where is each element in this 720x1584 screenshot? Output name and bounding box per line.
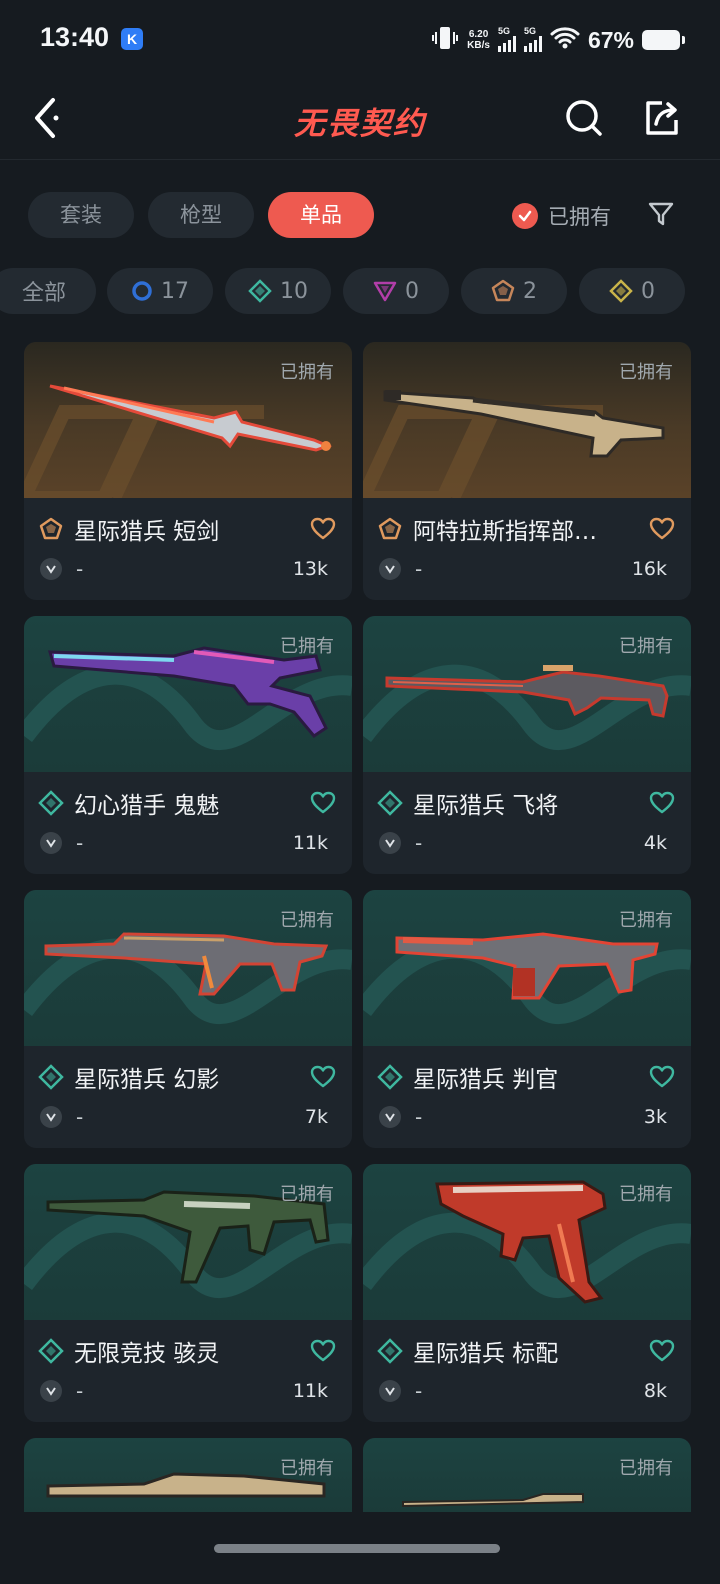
currency-icon (379, 1380, 401, 1402)
owned-tag: 已拥有 (619, 1458, 673, 1479)
skin-price: - (76, 1379, 84, 1403)
heart-icon (310, 1339, 336, 1362)
skin-name: 无限竞技 骇灵 (74, 1341, 220, 1367)
owned-tag: 已拥有 (280, 1458, 334, 1479)
owned-tag: 已拥有 (619, 910, 673, 931)
skin-name: 星际猎兵 短剑 (74, 519, 220, 545)
skin-name: 幻心猎手 鬼魅 (74, 793, 220, 819)
favorite-button[interactable] (308, 1336, 338, 1366)
skin-price: - (415, 1105, 423, 1129)
skin-card[interactable]: 已拥有 阿特拉斯指挥部… - 16k (363, 342, 691, 600)
skin-card[interactable]: 已拥有 无限竞技 骇灵 - 11k (24, 1164, 352, 1422)
currency-icon (379, 832, 401, 854)
pentagon-tier-icon (38, 516, 64, 542)
owned-tag: 已拥有 (619, 1184, 673, 1205)
owned-tag: 已拥有 (280, 1184, 334, 1205)
skin-price: - (76, 1105, 84, 1129)
heart-icon (649, 1339, 675, 1362)
skin-name: 星际猎兵 飞将 (413, 793, 559, 819)
favorite-count: 7k (304, 1106, 328, 1128)
favorite-button[interactable] (308, 514, 338, 544)
favorite-count: 4k (643, 832, 667, 854)
skin-name: 星际猎兵 幻影 (74, 1067, 220, 1093)
skin-grid: 已拥有 星际猎兵 短剑 - 13k 已拥有 阿特拉斯指挥部… - 16k 已拥有… (0, 0, 720, 1512)
heart-icon (310, 791, 336, 814)
favorite-count: 16k (631, 558, 667, 580)
currency-icon (40, 1106, 62, 1128)
skin-price: - (76, 557, 84, 581)
heart-icon (649, 1065, 675, 1088)
currency-icon (40, 832, 62, 854)
owned-tag: 已拥有 (280, 362, 334, 383)
favorite-count: 11k (292, 1380, 328, 1402)
currency-icon (379, 1106, 401, 1128)
skin-price: - (415, 1379, 423, 1403)
favorite-button[interactable] (308, 1062, 338, 1092)
skin-card[interactable]: 已拥有 星际猎兵 飞将 - 4k (363, 616, 691, 874)
diamond-tier-icon (377, 1338, 403, 1364)
favorite-button[interactable] (308, 788, 338, 818)
heart-icon (649, 517, 675, 540)
favorite-count: 8k (643, 1380, 667, 1402)
skin-card[interactable]: 已拥有 星际猎兵 幻影 - 7k (24, 890, 352, 1148)
favorite-count: 3k (643, 1106, 667, 1128)
skin-card[interactable]: 已拥有 (363, 1438, 691, 1512)
currency-icon (40, 558, 62, 580)
owned-tag: 已拥有 (280, 636, 334, 657)
favorite-button[interactable] (647, 788, 677, 818)
currency-icon (40, 1380, 62, 1402)
owned-tag: 已拥有 (619, 636, 673, 657)
owned-tag: 已拥有 (280, 910, 334, 931)
diamond-tier-icon (377, 1064, 403, 1090)
home-indicator[interactable] (214, 1544, 500, 1553)
pentagon-tier-icon (377, 516, 403, 542)
skin-name: 星际猎兵 标配 (413, 1341, 559, 1367)
favorite-count: 11k (292, 832, 328, 854)
skin-name: 阿特拉斯指挥部… (413, 519, 597, 545)
skin-card[interactable]: 已拥有 星际猎兵 标配 - 8k (363, 1164, 691, 1422)
diamond-tier-icon (38, 790, 64, 816)
diamond-tier-icon (38, 1338, 64, 1364)
favorite-button[interactable] (647, 1336, 677, 1366)
favorite-button[interactable] (647, 1062, 677, 1092)
skin-card[interactable]: 已拥有 幻心猎手 鬼魅 - 11k (24, 616, 352, 874)
currency-icon (379, 558, 401, 580)
skin-card[interactable]: 已拥有 星际猎兵 判官 - 3k (363, 890, 691, 1148)
diamond-tier-icon (377, 790, 403, 816)
favorite-button[interactable] (647, 514, 677, 544)
owned-tag: 已拥有 (619, 362, 673, 383)
heart-icon (310, 517, 336, 540)
heart-icon (310, 1065, 336, 1088)
skin-price: - (415, 557, 423, 581)
skin-name: 星际猎兵 判官 (413, 1067, 559, 1093)
skin-card[interactable]: 已拥有 (24, 1438, 352, 1512)
diamond-tier-icon (38, 1064, 64, 1090)
skin-price: - (76, 831, 84, 855)
skin-card[interactable]: 已拥有 星际猎兵 短剑 - 13k (24, 342, 352, 600)
favorite-count: 13k (292, 558, 328, 580)
skin-price: - (415, 831, 423, 855)
heart-icon (649, 791, 675, 814)
